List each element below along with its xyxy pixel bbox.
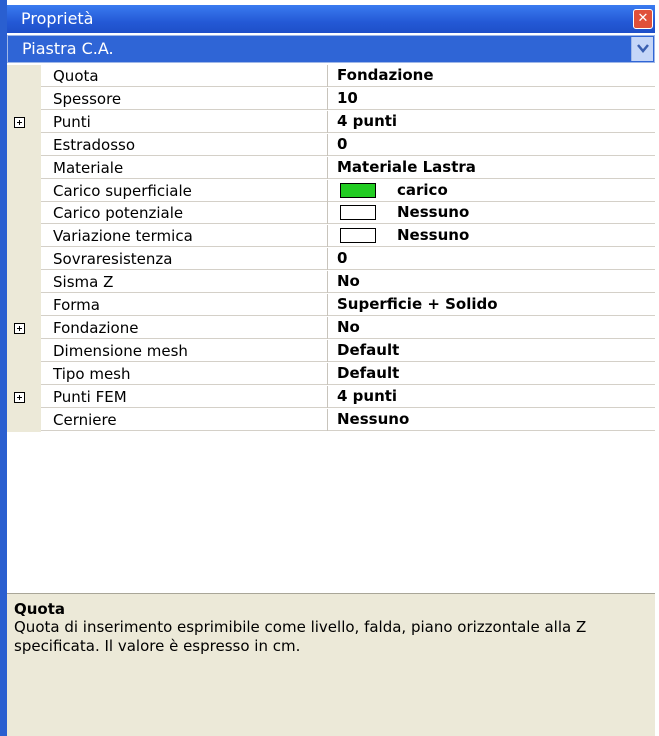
property-name: Carico potenziale	[53, 204, 184, 222]
property-row[interactable]: Variazione termica Nessuno	[41, 225, 655, 247]
property-row[interactable]: Quota Fondazione	[41, 65, 655, 87]
property-row[interactable]: Spessore 10	[41, 88, 655, 110]
description-title: Quota	[14, 600, 66, 618]
property-name: Forma	[53, 296, 100, 314]
description-text: Quota di inserimento esprimibile come li…	[14, 618, 587, 655]
column-divider	[327, 294, 328, 316]
window-frame-right	[655, 0, 659, 736]
property-value[interactable]: Superficie + Solido	[337, 295, 498, 313]
chevron-down-icon[interactable]	[631, 37, 653, 61]
property-value[interactable]: Nessuno	[337, 410, 409, 428]
column-divider	[327, 65, 328, 87]
property-name: Punti	[53, 113, 91, 131]
object-selector-value: Piastra C.A.	[22, 39, 114, 58]
property-value[interactable]: Materiale Lastra	[337, 158, 476, 176]
property-name: Estradosso	[53, 136, 136, 154]
column-divider	[327, 363, 328, 385]
property-row[interactable]: Sisma Z No	[41, 271, 655, 293]
property-value[interactable]: Nessuno	[397, 203, 469, 221]
property-name: Materiale	[53, 159, 124, 177]
property-value[interactable]: 4 punti	[337, 387, 397, 405]
properties-panel: Proprietà ✕ Piastra C.A. Quota Fondazione…	[0, 0, 659, 736]
property-row[interactable]: Tipo mesh Default	[41, 363, 655, 385]
object-selector[interactable]: Piastra C.A.	[7, 35, 655, 63]
property-row[interactable]: Carico potenziale Nessuno	[41, 202, 655, 224]
expand-plus-icon[interactable]	[14, 117, 25, 128]
property-value[interactable]: 0	[337, 135, 347, 153]
property-name: Spessore	[53, 90, 122, 108]
property-row[interactable]: Carico superficiale carico	[41, 180, 655, 202]
column-divider	[327, 111, 328, 133]
property-value[interactable]: No	[337, 272, 360, 290]
window-title: Proprietà	[21, 9, 94, 28]
property-name: Quota	[53, 67, 99, 85]
property-value[interactable]: Fondazione	[337, 66, 434, 84]
window-frame	[0, 0, 7, 736]
column-divider	[327, 317, 328, 339]
property-value[interactable]: No	[337, 318, 360, 336]
property-value[interactable]: Default	[337, 364, 399, 382]
property-row[interactable]: Materiale Materiale Lastra	[41, 157, 655, 179]
column-divider	[327, 202, 328, 224]
column-divider	[327, 340, 328, 362]
property-row[interactable]: Fondazione No	[41, 317, 655, 339]
property-grid: Quota Fondazione Spessore 10 Punti 4 punti Est…	[7, 65, 655, 593]
column-divider	[327, 386, 328, 408]
property-name: Tipo mesh	[53, 365, 131, 383]
property-value[interactable]: 10	[337, 89, 358, 107]
property-name: Fondazione	[53, 319, 139, 337]
property-value[interactable]: 0	[337, 249, 347, 267]
property-name: Cerniere	[53, 411, 117, 429]
column-divider	[327, 180, 328, 202]
property-name: Sovraresistenza	[53, 250, 173, 268]
property-row[interactable]: Punti FEM 4 punti	[41, 386, 655, 408]
property-name: Dimensione mesh	[53, 342, 188, 360]
property-value[interactable]: 4 punti	[337, 112, 397, 130]
title-bar: Proprietà ✕	[7, 5, 655, 33]
property-value[interactable]: carico	[397, 181, 448, 199]
property-row[interactable]: Sovraresistenza 0	[41, 248, 655, 270]
column-divider	[327, 409, 328, 431]
column-divider	[327, 134, 328, 156]
property-row[interactable]: Dimensione mesh Default	[41, 340, 655, 362]
property-name: Carico superficiale	[53, 182, 192, 200]
column-divider	[327, 88, 328, 110]
property-row[interactable]: Punti 4 punti	[41, 111, 655, 133]
property-row[interactable]: Estradosso 0	[41, 134, 655, 156]
property-value[interactable]: Nessuno	[397, 226, 469, 244]
property-name: Sisma Z	[53, 273, 114, 291]
property-row[interactable]: Cerniere Nessuno	[41, 409, 655, 431]
property-name: Punti FEM	[53, 388, 127, 406]
property-value[interactable]: Default	[337, 341, 399, 359]
column-divider	[327, 271, 328, 293]
expand-plus-icon[interactable]	[14, 392, 25, 403]
color-swatch[interactable]	[340, 205, 376, 220]
expand-plus-icon[interactable]	[14, 323, 25, 334]
color-swatch[interactable]	[340, 183, 376, 198]
column-divider	[327, 248, 328, 270]
property-row[interactable]: Forma Superficie + Solido	[41, 294, 655, 316]
column-divider	[327, 225, 328, 247]
color-swatch[interactable]	[340, 228, 376, 243]
description-panel: Quota Quota di inserimento esprimibile c…	[7, 593, 655, 736]
close-icon[interactable]: ✕	[633, 9, 653, 29]
column-divider	[327, 157, 328, 179]
property-name: Variazione termica	[53, 227, 193, 245]
